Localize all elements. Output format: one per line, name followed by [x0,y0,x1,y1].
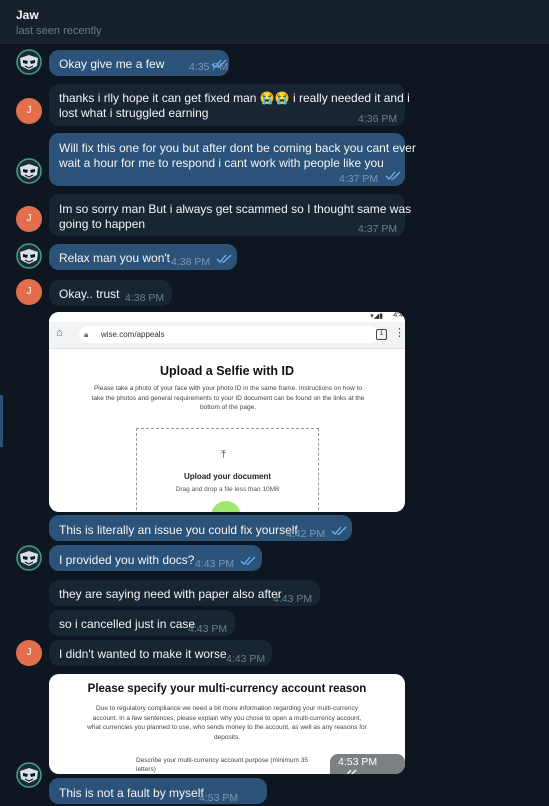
upload-icon: ⤒ [221,449,226,461]
message-time: 4:36 PM [358,113,398,125]
message-text: This is not a fault by myself [59,786,204,800]
upload-button[interactable] [211,501,241,512]
read-ticks-icon [240,556,256,565]
message-text: they are saying need with paper also aft… [59,587,282,601]
contact-avatar[interactable] [16,243,42,269]
shared-screenshot-reason[interactable]: Please specify your multi-currency accou… [49,674,405,774]
url-text: wise.com/appeals [101,330,165,339]
message-text: This is literally an issue you could fix… [59,523,298,537]
message-out[interactable]: This is literally an issue you could fix… [49,515,352,541]
message-time: 4:42 PM [286,528,326,540]
message-out[interactable]: Will fix this one for you but after dont… [49,133,416,186]
contact-avatar[interactable] [16,545,42,571]
message-time: 4:37 PM [339,173,379,185]
upload-subtitle: Drag and drop a file less than 10MB [175,486,280,493]
read-ticks-icon [342,769,357,774]
message-out[interactable]: This is not a fault by myself 4:53 PM [49,778,267,804]
user-avatar[interactable]: J [16,98,42,124]
upload-title: Upload your document [183,472,272,481]
chat-header: Jaw last seen recently [0,0,549,45]
message-time: 4:38 PM [171,256,211,268]
page-heading: Upload a Selfie with ID [159,364,295,378]
contact-avatar[interactable] [16,158,42,184]
user-avatar[interactable]: J [16,640,42,666]
message-out[interactable]: Okay give me a few 4:35 PM [49,50,229,76]
phone-clock: 4:4 [393,312,403,319]
message-time: 4:43 PM [188,623,228,635]
user-avatar[interactable]: J [16,279,42,305]
message-time: 4:53 PM [199,792,239,804]
read-ticks-icon [211,59,227,68]
message-in[interactable]: so i cancelled just in case 4:43 PM [49,610,235,636]
message-time: 4:38 PM [125,292,165,304]
message-in[interactable]: Im so sorry man But i always get scammed… [49,194,411,236]
contact-name[interactable]: Jaw [16,8,39,22]
contact-status: last seen recently [16,25,102,37]
message-text: I didn't wanted to make it worse [59,647,227,661]
signal-icon: ▾◢▮ [370,313,383,320]
contact-avatar[interactable] [16,762,42,788]
message-time: 4:37 PM [358,223,398,235]
field-label: Describe your multi-currency account pur… [136,757,308,773]
message-time: 4:43 PM [195,558,235,570]
message-text: Relax man you won't [59,251,171,265]
message-in[interactable]: I didn't wanted to make it worse 4:43 PM [49,640,272,666]
message-text-line1: Im so sorry man But i always get scammed… [59,202,412,216]
message-time: 4:43 PM [273,593,313,605]
url-bar[interactable]: 🔒︎ wise.com/appeals [79,326,379,343]
message-in[interactable]: thanks i rlly hope it can get fixed man … [49,84,410,126]
tabs-icon[interactable]: 1 [376,329,387,340]
crying-emoji-icon: 😭😭 [259,91,290,105]
image-timestamp: 4:53 PM [330,754,405,774]
shared-screenshot-appeal[interactable]: 4:4 ▾◢▮ ⌂ 🔒︎ wise.com/appeals 1 ⋮ Upload… [49,312,405,512]
message-out[interactable]: I provided you with docs? 4:43 PM [49,545,262,571]
message-time: 4:43 PM [226,653,266,665]
message-text-line1: thanks i rlly hope it can get fixed man … [59,91,410,105]
message-text-line2: wait a hour for me to respond i cant wor… [59,156,384,170]
read-ticks-icon [216,254,232,263]
message-in[interactable]: they are saying need with paper also aft… [49,580,320,606]
message-text-line1: Will fix this one for you but after dont… [59,141,416,155]
message-out[interactable]: Relax man you won't 4:38 PM [49,244,237,270]
upload-dropzone[interactable]: ⤒ Upload your document Drag and drop a f… [136,428,319,512]
phone-status-bar: 4:4 ▾◢▮ [49,312,405,322]
contact-avatar[interactable] [16,49,42,75]
message-text: I provided you with docs? [59,553,195,567]
home-icon[interactable]: ⌂ [56,327,63,339]
page-body: Due to regulatory compliance we need a b… [87,705,367,741]
message-text: Okay.. trust [59,287,120,301]
message-in[interactable]: Okay.. trust 4:38 PM [49,280,172,306]
lock-icon: 🔒︎ [84,330,89,339]
user-avatar[interactable]: J [16,206,42,232]
page-heading: Please specify your multi-currency accou… [87,683,367,695]
scroll-indicator [0,395,3,447]
message-text-line2: going to happen [59,217,146,231]
message-text: so i cancelled just in case [59,617,196,631]
read-ticks-icon [385,171,401,180]
message-text: Okay give me a few [59,57,165,71]
browser-toolbar: ⌂ 🔒︎ wise.com/appeals 1 ⋮ [49,322,405,349]
page-body: Please take a photo of your face with yo… [91,385,365,411]
read-ticks-icon [331,526,347,535]
message-text-line2: lost what i struggled earning [59,106,209,120]
menu-dots-icon[interactable]: ⋮ [394,326,405,339]
